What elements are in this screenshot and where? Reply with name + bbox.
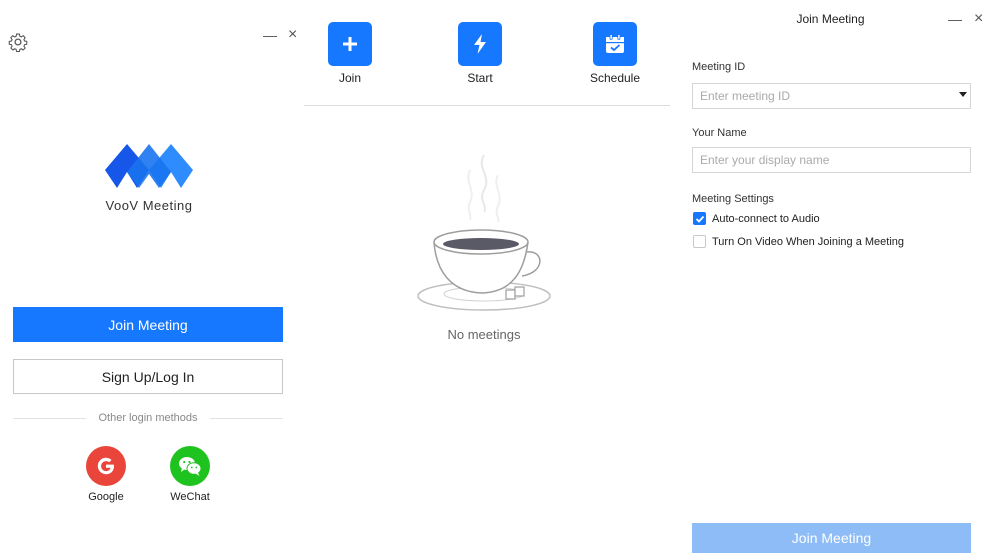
your-name-label: Your Name	[692, 127, 747, 139]
wechat-label: WeChat	[170, 491, 210, 503]
display-name-input[interactable]	[692, 147, 971, 173]
join-meeting-panel: Join Meeting — × Meeting ID Your Name Me…	[678, 0, 983, 553]
meeting-id-input[interactable]	[692, 83, 971, 109]
auto-audio-option[interactable]: Auto-connect to Audio	[693, 212, 820, 225]
auto-audio-checkbox[interactable]	[693, 212, 706, 225]
signup-login-button[interactable]: Sign Up/Log In	[13, 359, 283, 394]
join-meeting-submit-button[interactable]: Join Meeting	[692, 523, 971, 553]
plus-icon	[328, 22, 372, 66]
schedule-action-label: Schedule	[589, 71, 641, 85]
schedule-action-button[interactable]: Schedule	[580, 22, 650, 85]
auto-audio-label: Auto-connect to Audio	[712, 212, 820, 225]
video-on-join-label: Turn On Video When Joining a Meeting	[712, 235, 905, 248]
meeting-id-label: Meeting ID	[692, 61, 746, 73]
start-action-label: Start	[467, 71, 493, 85]
google-login-button[interactable]: Google	[76, 446, 136, 503]
join-meeting-button[interactable]: Join Meeting	[13, 307, 283, 342]
divider-line	[209, 417, 283, 419]
lightning-icon	[458, 22, 502, 66]
chevron-down-icon[interactable]	[959, 92, 967, 97]
minimize-button[interactable]: —	[948, 12, 962, 26]
wechat-icon	[170, 446, 210, 486]
actions-divider	[304, 105, 670, 106]
calendar-icon	[593, 22, 637, 66]
gear-icon[interactable]	[8, 32, 28, 52]
meeting-settings-label: Meeting Settings	[692, 193, 774, 205]
login-panel: — × VooV Meeting Join Meeting Sign Up/Lo…	[0, 0, 300, 553]
checkmark-icon	[695, 215, 704, 223]
google-label: Google	[88, 491, 124, 503]
panel-title: Join Meeting	[796, 12, 865, 26]
minimize-button[interactable]: —	[263, 28, 277, 42]
divider-line	[13, 417, 87, 419]
start-action-button[interactable]: Start	[445, 22, 515, 85]
close-button[interactable]: ×	[288, 27, 297, 43]
other-login-divider: Other login methods	[13, 411, 283, 425]
google-icon	[86, 446, 126, 486]
wechat-login-button[interactable]: WeChat	[160, 446, 220, 503]
meetings-panel: Join Start Schedule No meetings	[304, 0, 670, 553]
empty-state-text: No meetings	[447, 327, 521, 342]
voov-logo	[105, 144, 193, 188]
join-action-label: Join	[338, 71, 361, 85]
other-login-label: Other login methods	[98, 412, 198, 424]
video-on-join-option[interactable]: Turn On Video When Joining a Meeting	[693, 235, 904, 248]
video-on-join-checkbox[interactable]	[693, 235, 706, 248]
coffee-cup-icon	[417, 154, 551, 311]
join-action-button[interactable]: Join	[315, 22, 385, 85]
brand-name: VooV Meeting	[105, 198, 193, 213]
close-button[interactable]: ×	[974, 11, 983, 27]
